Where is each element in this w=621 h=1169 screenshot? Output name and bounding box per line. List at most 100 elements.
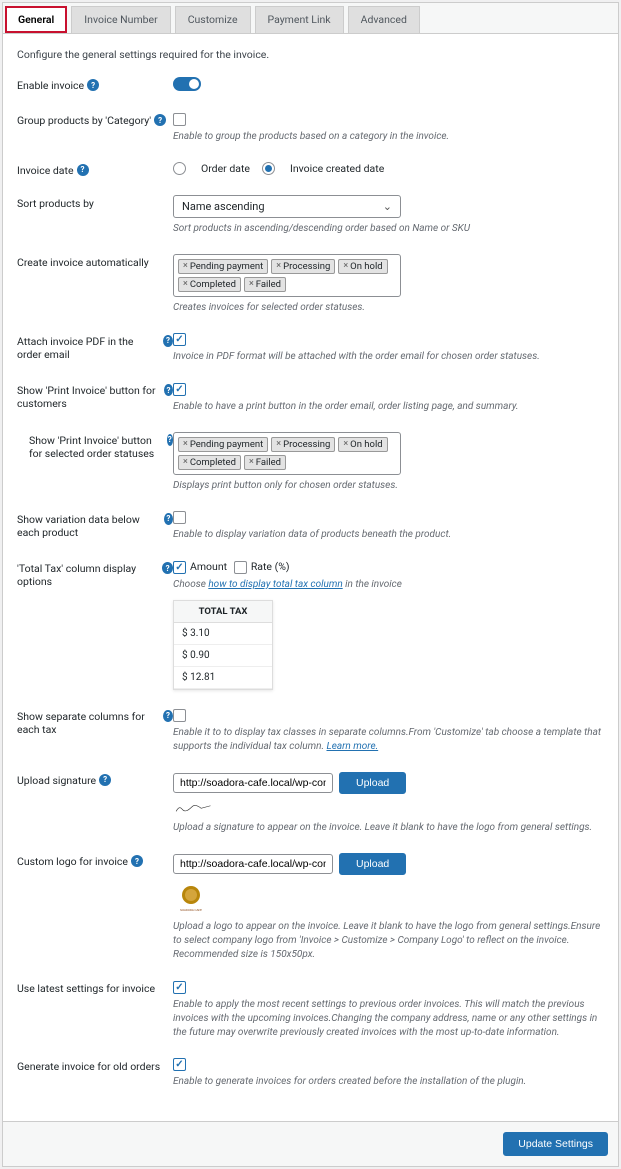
tax-table-row: $ 3.10 — [174, 623, 272, 645]
tab-payment-link[interactable]: Payment Link — [255, 6, 344, 33]
print-statuses-label: Show 'Print Invoice' button for selected… — [29, 432, 173, 460]
attach-pdf-checkbox[interactable] — [173, 333, 186, 346]
help-icon[interactable]: ? — [164, 513, 173, 525]
sort-products-hint: Sort products in ascending/descending or… — [173, 222, 604, 236]
group-products-checkbox[interactable] — [173, 113, 186, 126]
invoice-date-label: Invoice date? — [17, 162, 173, 177]
signature-upload-button[interactable]: Upload — [339, 772, 406, 794]
attach-pdf-label: Attach invoice PDF in the order email? — [17, 333, 173, 361]
group-products-label: Group products by 'Category'? — [17, 112, 173, 127]
print-statuses-hint: Displays print button only for chosen or… — [173, 479, 604, 493]
close-icon[interactable]: × — [276, 439, 281, 449]
tax-table-row: $ 12.81 — [174, 667, 272, 689]
help-icon[interactable]: ? — [162, 562, 173, 574]
help-icon[interactable]: ? — [87, 79, 99, 91]
status-tag[interactable]: ×On hold — [338, 259, 387, 274]
sort-products-select[interactable]: Name ascending — [173, 195, 401, 218]
signature-input[interactable] — [173, 773, 333, 793]
rate-label: Rate (%) — [251, 560, 290, 573]
close-icon[interactable]: × — [249, 279, 254, 289]
radio-order-date[interactable] — [173, 162, 186, 175]
close-icon[interactable]: × — [249, 457, 254, 467]
signature-preview — [173, 802, 223, 818]
close-icon[interactable]: × — [343, 439, 348, 449]
variation-checkbox[interactable] — [173, 511, 186, 524]
show-print-checkbox[interactable] — [173, 383, 186, 396]
print-statuses-tagbox[interactable]: ×Pending payment ×Processing ×On hold ×C… — [173, 432, 401, 475]
logo-preview: SOADORA CAFE — [173, 883, 604, 916]
status-tag[interactable]: ×Failed — [244, 277, 286, 292]
help-icon[interactable]: ? — [163, 335, 173, 347]
latest-label: Use latest settings for invoice — [17, 980, 173, 995]
help-icon[interactable]: ? — [77, 164, 89, 176]
tax-table-preview: TOTAL TAX $ 3.10 $ 0.90 $ 12.81 — [173, 600, 273, 690]
learn-more-link[interactable]: Learn more. — [326, 741, 378, 752]
show-print-hint: Enable to have a print button in the ord… — [173, 400, 604, 414]
amount-checkbox[interactable] — [173, 561, 186, 574]
group-products-hint: Enable to group the products based on a … — [173, 130, 604, 144]
logo-input[interactable] — [173, 854, 333, 874]
tab-advanced[interactable]: Advanced — [348, 6, 420, 33]
close-icon[interactable]: × — [183, 439, 188, 449]
sep-cols-hint: Enable it to to display tax classes in s… — [173, 726, 604, 754]
intro-text: Configure the general settings required … — [17, 48, 604, 61]
help-icon[interactable]: ? — [163, 710, 173, 722]
close-icon[interactable]: × — [276, 261, 281, 271]
svg-text:SOADORA CAFE: SOADORA CAFE — [180, 908, 202, 912]
help-icon[interactable]: ? — [164, 384, 173, 396]
status-tag[interactable]: ×Processing — [271, 259, 335, 274]
radio-order-date-label: Order date — [201, 162, 250, 175]
variation-hint: Enable to display variation data of prod… — [173, 528, 604, 542]
variation-label: Show variation data below each product? — [17, 511, 173, 539]
status-tag[interactable]: ×Completed — [178, 455, 241, 470]
close-icon[interactable]: × — [183, 279, 188, 289]
status-tag[interactable]: ×Pending payment — [178, 437, 268, 452]
amount-label: Amount — [190, 560, 227, 573]
tab-invoice-number[interactable]: Invoice Number — [71, 6, 170, 33]
update-settings-button[interactable]: Update Settings — [503, 1132, 608, 1156]
logo-label: Custom logo for invoice? — [17, 853, 173, 868]
help-icon[interactable]: ? — [154, 114, 166, 126]
status-tag[interactable]: ×Processing — [271, 437, 335, 452]
old-orders-hint: Enable to generate invoices for orders c… — [173, 1075, 604, 1089]
tab-customize[interactable]: Customize — [175, 6, 251, 33]
tabs-nav: General Invoice Number Customize Payment… — [3, 3, 618, 34]
latest-checkbox[interactable] — [173, 981, 186, 994]
status-tag[interactable]: ×On hold — [338, 437, 387, 452]
old-orders-label: Generate invoice for old orders — [17, 1058, 173, 1073]
total-tax-hint: Choose how to display total tax column i… — [173, 578, 604, 592]
sort-products-label: Sort products by — [17, 195, 173, 210]
logo-upload-button[interactable]: Upload — [339, 853, 406, 875]
total-tax-label: 'Total Tax' column display options? — [17, 560, 173, 588]
tab-general[interactable]: General — [5, 6, 67, 33]
help-icon[interactable]: ? — [99, 774, 111, 786]
attach-pdf-hint: Invoice in PDF format will be attached w… — [173, 350, 604, 364]
help-icon[interactable]: ? — [131, 855, 143, 867]
close-icon[interactable]: × — [183, 261, 188, 271]
close-icon[interactable]: × — [183, 457, 188, 467]
create-auto-hint: Creates invoices for selected order stat… — [173, 301, 604, 315]
old-orders-checkbox[interactable] — [173, 1058, 186, 1071]
status-tag[interactable]: ×Completed — [178, 277, 241, 292]
tax-table-header: TOTAL TAX — [174, 601, 272, 623]
sep-cols-label: Show separate columns for each tax? — [17, 708, 173, 736]
show-print-label: Show 'Print Invoice' button for customer… — [17, 382, 173, 410]
sep-cols-checkbox[interactable] — [173, 709, 186, 722]
rate-checkbox[interactable] — [234, 561, 247, 574]
close-icon[interactable]: × — [343, 261, 348, 271]
tax-table-row: $ 0.90 — [174, 645, 272, 667]
status-tag[interactable]: ×Pending payment — [178, 259, 268, 274]
signature-hint: Upload a signature to appear on the invo… — [173, 821, 604, 835]
radio-invoice-created-date[interactable] — [262, 162, 275, 175]
create-auto-tagbox[interactable]: ×Pending payment ×Processing ×On hold ×C… — [173, 254, 401, 297]
status-tag[interactable]: ×Failed — [244, 455, 286, 470]
signature-label: Upload signature? — [17, 772, 173, 787]
radio-created-date-label: Invoice created date — [290, 162, 384, 175]
latest-hint: Enable to apply the most recent settings… — [173, 998, 604, 1040]
enable-invoice-toggle[interactable] — [173, 77, 201, 91]
footer-bar: Update Settings — [3, 1121, 618, 1166]
tax-hint-link[interactable]: how to display total tax column — [208, 579, 342, 590]
logo-hint: Upload a logo to appear on the invoice. … — [173, 920, 604, 962]
create-auto-label: Create invoice automatically — [17, 254, 173, 269]
enable-invoice-label: Enable invoice? — [17, 77, 173, 92]
